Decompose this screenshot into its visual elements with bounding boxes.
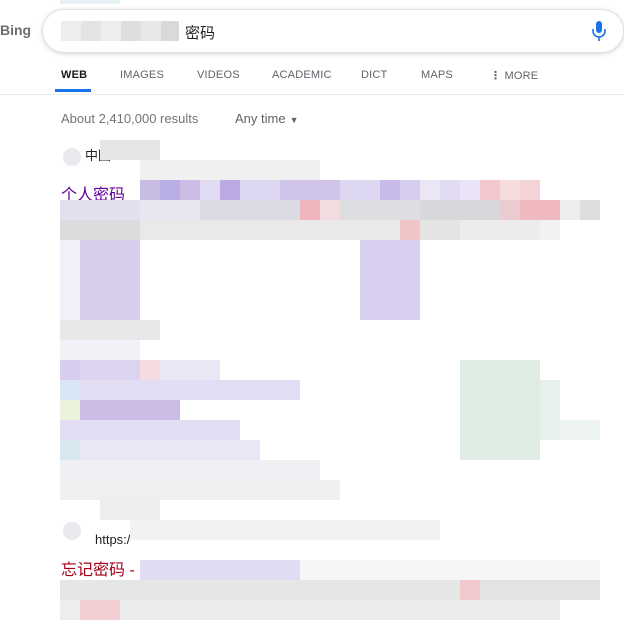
tab-videos[interactable]: VIDEOS (197, 69, 240, 81)
active-tab-indicator (55, 89, 91, 92)
tab-more[interactable]: ⋮ MORE (490, 69, 538, 82)
result-title[interactable]: 忘记密码 - (61, 556, 135, 580)
tab-dict[interactable]: DICT (361, 69, 387, 81)
tab-academic[interactable]: ACADEMIC (272, 69, 332, 81)
microphone-icon[interactable] (589, 20, 609, 42)
tab-more-label: MORE (504, 70, 539, 82)
results-count: About 2,410,000 results (61, 111, 199, 126)
tab-maps[interactable]: MAPS (421, 69, 453, 81)
caret-down-icon: ▼ (289, 114, 299, 125)
tab-web[interactable]: WEB (61, 69, 87, 81)
vertical-tabs: WEB IMAGES VIDEOS ACADEMIC DICT MAPS ⋮ M… (0, 60, 624, 95)
bing-logo[interactable]: Bing (0, 22, 31, 38)
search-box[interactable]: 密码 (42, 9, 624, 53)
blurred-query-text (61, 21, 179, 41)
time-filter-label: Any time (235, 111, 286, 126)
result-site[interactable]: https:/ (95, 532, 130, 547)
time-filter-dropdown[interactable]: Any time ▼ (235, 111, 299, 126)
globe-icon (63, 148, 81, 166)
more-dots-icon: ⋮ (490, 70, 502, 82)
globe-icon (63, 522, 81, 540)
top-bar: Bing 密码 (0, 0, 624, 60)
tab-images[interactable]: IMAGES (120, 69, 164, 81)
top-decor (60, 0, 120, 4)
search-query-text[interactable]: 密码 (185, 22, 215, 43)
